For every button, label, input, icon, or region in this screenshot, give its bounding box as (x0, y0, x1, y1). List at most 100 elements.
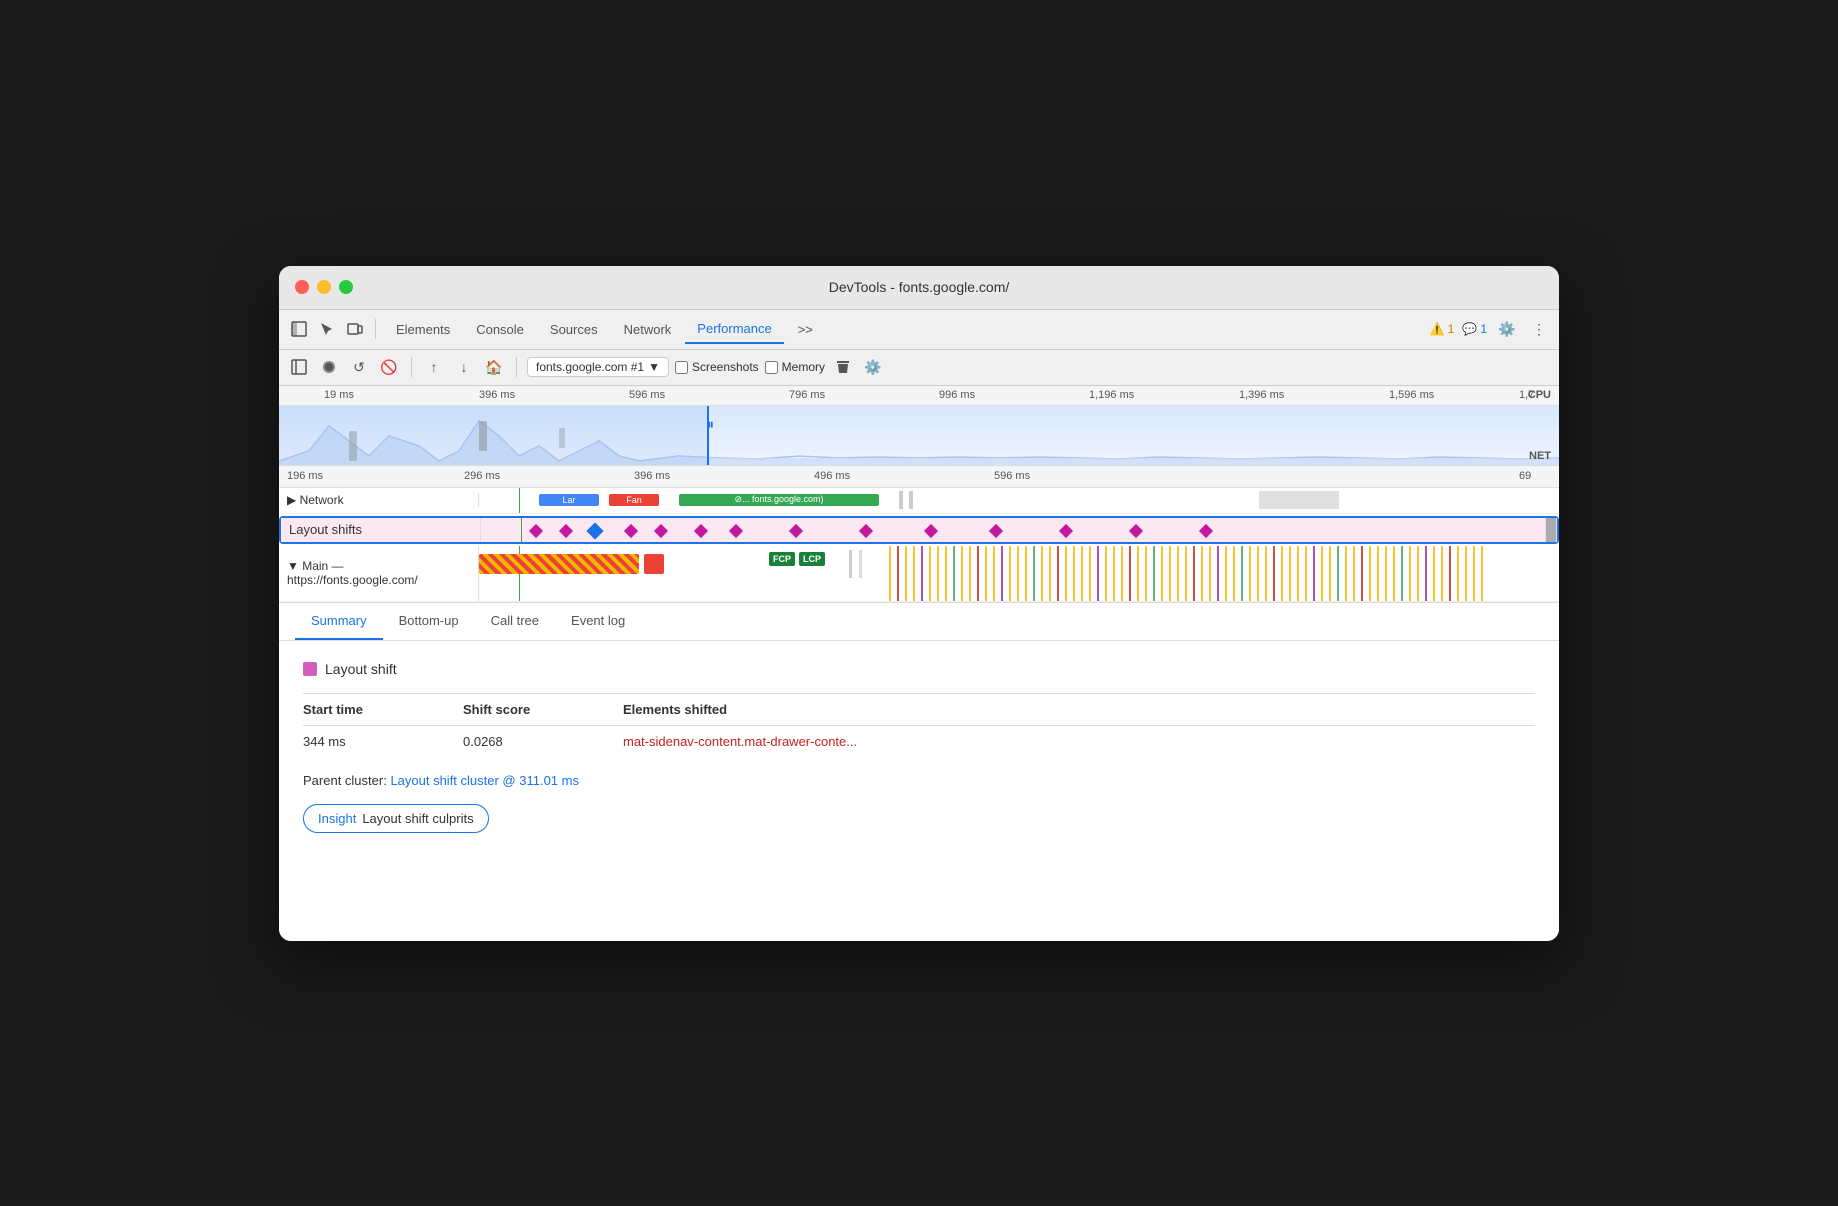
maximize-button[interactable] (339, 280, 353, 294)
diamond-2[interactable] (559, 523, 573, 537)
reload-record-icon[interactable]: ↺ (347, 355, 371, 379)
color-indicator (303, 662, 317, 676)
toolbar-right: ⚠️ 1 💬 1 ⚙️ ⋮ (1430, 317, 1551, 341)
tab-sources[interactable]: Sources (538, 316, 610, 343)
devtools-dock-icon[interactable] (287, 317, 311, 341)
diamond-12[interactable] (1129, 523, 1143, 537)
r2-196: 196 ms (287, 470, 323, 482)
diamond-13[interactable] (1199, 523, 1213, 537)
diamond-3[interactable] (624, 523, 638, 537)
tab-summary[interactable]: Summary (295, 603, 383, 640)
tick-1596ms: 1,596 ms (1389, 389, 1434, 401)
perf-settings-icon[interactable]: ⚙️ (861, 355, 885, 379)
diamond-9[interactable] (924, 523, 938, 537)
diamond-6[interactable] (729, 523, 743, 537)
dropdown-icon: ▼ (648, 360, 660, 374)
memory-checkbox[interactable]: Memory (765, 360, 825, 374)
diamond-11[interactable] (1059, 523, 1073, 537)
diamond-4[interactable] (654, 523, 668, 537)
layout-shift-title: Layout shift (303, 661, 1535, 677)
tick-1196ms: 1,196 ms (1089, 389, 1134, 401)
clear-performance-icon[interactable] (831, 355, 855, 379)
message-icon: 💬 (1462, 322, 1477, 336)
task-bar-1 (479, 554, 639, 574)
clear-icon[interactable]: 🚫 (377, 355, 401, 379)
screenshots-checkbox[interactable]: Screenshots (675, 360, 759, 374)
timeline-overview[interactable]: 19 ms 396 ms 596 ms 796 ms 996 ms 1,196 … (279, 386, 1559, 466)
net-bar-4 (899, 491, 903, 509)
url-selector[interactable]: fonts.google.com #1 ▼ (527, 357, 669, 377)
timeline-area: 19 ms 396 ms 596 ms 796 ms 996 ms 1,196 … (279, 386, 1559, 603)
net-bar-2: Fan (609, 494, 659, 506)
r2-496: 496 ms (814, 470, 850, 482)
main-thread-track: ▼ Main — https://fonts.google.com/ FCP L… (279, 546, 1559, 602)
insight-button[interactable]: Insight Layout shift culprits (303, 804, 489, 833)
scrollbar-thumb[interactable] (1546, 518, 1556, 542)
r2-396: 396 ms (634, 470, 670, 482)
upload-icon[interactable]: ↑ (422, 355, 446, 379)
title-bar: DevTools - fonts.google.com/ (279, 266, 1559, 310)
record-icon[interactable] (317, 355, 341, 379)
separator2 (411, 357, 412, 377)
separator3 (516, 357, 517, 377)
minimize-button[interactable] (317, 280, 331, 294)
layout-shifts-label: Layout shifts (281, 518, 481, 542)
memory-toggle[interactable] (765, 361, 778, 374)
tab-elements[interactable]: Elements (384, 316, 462, 343)
tab-bottomup[interactable]: Bottom-up (383, 603, 475, 640)
main-thread-label: ▼ Main — https://fonts.google.com/ (279, 546, 479, 601)
summary-tabs: Summary Bottom-up Call tree Event log (279, 603, 1559, 641)
more-icon[interactable]: ⋮ (1527, 317, 1551, 341)
fcp-badge: FCP (769, 552, 795, 566)
table-header: Start time Shift score Elements shifted (303, 694, 1535, 726)
task-mark-2 (859, 550, 862, 578)
net-label: NET (1529, 450, 1551, 462)
elements-link[interactable]: mat-sidenav-content.mat-drawer-conte... (623, 734, 857, 749)
tick-19ms: 19 ms (324, 389, 354, 401)
tab-eventlog[interactable]: Event log (555, 603, 641, 640)
summary-panel: Layout shift Start time Shift score Elem… (279, 641, 1559, 941)
performance-toolbar: ↺ 🚫 ↑ ↓ 🏠 fonts.google.com #1 ▼ Screensh… (279, 350, 1559, 386)
tick-996ms: 996 ms (939, 389, 975, 401)
scrollbar[interactable] (1545, 518, 1557, 542)
tick-396ms: 396 ms (479, 389, 515, 401)
lcp-badge: LCP (799, 552, 825, 566)
download-icon[interactable]: ↓ (452, 355, 476, 379)
message-badge[interactable]: 💬 1 (1462, 322, 1487, 336)
tab-bar: Elements Console Sources Network Perform… (384, 315, 1426, 344)
tab-network[interactable]: Network (612, 316, 684, 343)
pause-marker: ⏸ (707, 416, 714, 433)
device-toggle-icon[interactable] (343, 317, 367, 341)
inspect-icon[interactable] (315, 317, 339, 341)
sidebar-toggle-icon[interactable] (287, 355, 311, 379)
tab-more[interactable]: >> (786, 316, 825, 343)
diamond-10[interactable] (989, 523, 1003, 537)
diamond-8[interactable] (859, 523, 873, 537)
net-bar-3: ⊘... fonts.google.com) (679, 494, 879, 506)
close-button[interactable] (295, 280, 309, 294)
tick-596ms: 596 ms (629, 389, 665, 401)
settings-icon[interactable]: ⚙️ (1495, 317, 1519, 341)
layout-shifts-content[interactable]: 0.0268 Layout shift (481, 518, 1557, 542)
home-icon[interactable]: 🏠 (482, 355, 506, 379)
timeline-ruler: 196 ms 296 ms 396 ms 496 ms 596 ms 69 (279, 466, 1559, 488)
tab-calltree[interactable]: Call tree (475, 603, 555, 640)
screenshots-toggle[interactable] (675, 361, 688, 374)
network-content[interactable]: Lar Fan ⊘... fonts.google.com) (479, 488, 1559, 513)
diamond-selected[interactable] (587, 522, 604, 539)
traffic-lights (295, 280, 353, 294)
network-label: ▶ Network (279, 493, 479, 507)
table-row: 344 ms 0.0268 mat-sidenav-content.mat-dr… (303, 726, 1535, 757)
tick-1396ms: 1,396 ms (1239, 389, 1284, 401)
parent-cluster-link[interactable]: Layout shift cluster @ 311.01 ms (390, 773, 579, 788)
warning-badge[interactable]: ⚠️ 1 (1430, 322, 1455, 336)
diamond-5[interactable] (694, 523, 708, 537)
diamond-7[interactable] (789, 523, 803, 537)
layout-shifts-track[interactable]: Layout shifts (279, 516, 1559, 544)
tab-performance[interactable]: Performance (685, 315, 783, 344)
r2-69: 69 (1519, 470, 1531, 482)
net-bar-1: Lar (539, 494, 599, 506)
net-bar-6 (1259, 491, 1339, 509)
tab-console[interactable]: Console (464, 316, 536, 343)
diamond-1[interactable] (529, 523, 543, 537)
